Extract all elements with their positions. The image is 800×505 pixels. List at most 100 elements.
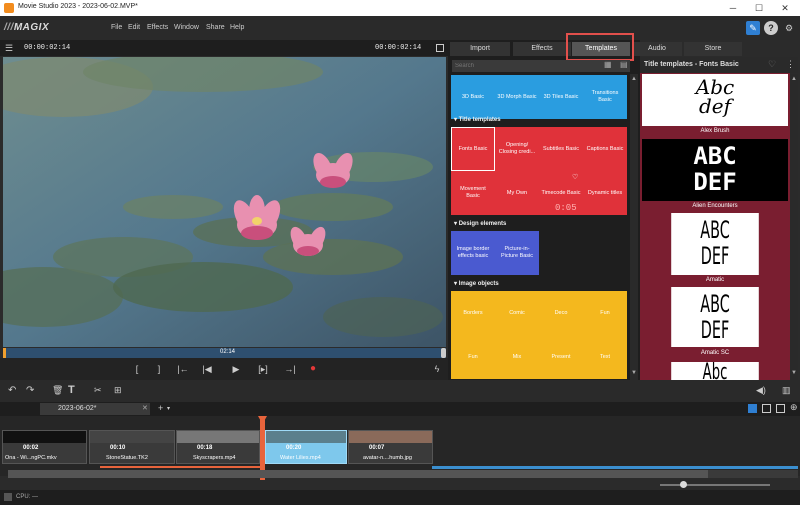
preview-scrub-bar[interactable]: 02:14	[3, 348, 446, 358]
section-image-objects[interactable]: ▾ Image objects	[454, 280, 499, 287]
mark-in-icon[interactable]: [	[130, 362, 144, 376]
scrub-start-marker[interactable]	[3, 348, 6, 358]
title-text-icon[interactable]: T	[68, 384, 75, 396]
undo-icon[interactable]: ↶	[8, 385, 16, 396]
previous-frame-icon[interactable]: |◀	[200, 362, 214, 376]
font-preview-partial[interactable]: Abc	[671, 362, 759, 380]
window-titlebar: Movie Studio 2023 - 2023-06-02.MVP* ─ ☐ …	[0, 0, 800, 16]
timeline-scroll-thumb[interactable]	[8, 470, 708, 478]
jump-end-icon[interactable]: →|	[283, 362, 297, 376]
clip-water-lilies[interactable]: 00:20 Water Lilies.mp4	[265, 430, 347, 464]
menu-share[interactable]: Share	[206, 24, 225, 31]
redo-icon[interactable]: ↷	[26, 385, 34, 396]
timeline-mode-icon[interactable]	[762, 404, 771, 413]
add-tab-icon[interactable]: +	[158, 403, 163, 413]
scroll-up-icon[interactable]: ▲	[631, 76, 637, 82]
zoom-slider[interactable]	[660, 484, 770, 486]
tile-mix[interactable]: Mix	[495, 335, 539, 379]
tile-3d-basic[interactable]: 3D Basic	[451, 75, 495, 119]
tile-transitions-basic[interactable]: Transitions Basic	[583, 75, 627, 119]
tile-present[interactable]: Present	[539, 335, 583, 379]
more-options-icon[interactable]: ⋮	[786, 59, 795, 70]
storyboard-mode-icon[interactable]	[748, 404, 757, 413]
range-marker	[100, 466, 260, 468]
mixer-icon[interactable]: ▥	[782, 385, 791, 396]
favorite-heart-icon[interactable]: ♡	[572, 173, 578, 181]
zoom-icon[interactable]: ⊕	[790, 402, 798, 413]
tile-3d-morph-basic[interactable]: 3D Morph Basic	[495, 75, 539, 119]
cut-icon[interactable]: ✂	[94, 385, 102, 396]
scroll-down-icon[interactable]: ▼	[631, 370, 637, 376]
tab-effects[interactable]: Effects	[513, 42, 571, 56]
tile-subtitles-basic[interactable]: Subtitles Basic	[539, 127, 583, 171]
clip-skyscrapers[interactable]: 00:18 Skyscrapers.mp4	[176, 430, 260, 464]
tile-my-own[interactable]: My Own	[495, 171, 539, 215]
font-preview-amatic[interactable]: ABC DEF	[671, 213, 759, 275]
scroll-down-icon[interactable]: ▼	[791, 370, 797, 376]
tile-captions-basic[interactable]: Captions Basic	[583, 127, 627, 171]
menu-edit[interactable]: Edit	[128, 24, 140, 31]
menu-help[interactable]: Help	[230, 24, 244, 31]
tile-fun-1[interactable]: Fun	[583, 291, 627, 335]
next-frame-icon[interactable]: [▸]	[256, 362, 270, 376]
scrub-end-handle[interactable]	[441, 348, 446, 358]
tile-fun-2[interactable]: Fun	[451, 335, 495, 379]
jump-start-icon[interactable]: |←	[176, 362, 190, 376]
font-preview-alien-encounters[interactable]: ABC DEF	[642, 139, 788, 201]
timeline-header: 2023-06-02* ✕ + ▾ ⊕	[0, 402, 800, 416]
maximize-preview-icon[interactable]	[436, 44, 444, 52]
scroll-up-icon[interactable]: ▲	[791, 76, 797, 82]
clip-duration: 00:18	[197, 445, 213, 451]
clip-avatar-thumb[interactable]: 00:07 avatar-n....humb.jpg	[348, 430, 433, 464]
font-preview-amatic-sc[interactable]: ABC DEF	[671, 287, 759, 347]
group-icon[interactable]: ⊞	[114, 385, 122, 396]
help-icon[interactable]: ?	[764, 21, 778, 35]
clip-thumbnail	[177, 431, 259, 443]
media-scrollbar[interactable]: ▲ ▼	[630, 74, 638, 380]
list-view-icon[interactable]: ▤	[620, 60, 628, 69]
delete-icon[interactable]: 🗑	[52, 385, 63, 396]
tab-import[interactable]: Import	[450, 42, 510, 56]
tab-dropdown-icon[interactable]: ▾	[167, 405, 170, 412]
section-title-templates[interactable]: ▾ Title templates	[454, 116, 501, 123]
multicam-mode-icon[interactable]	[776, 404, 785, 413]
hamburger-menu-icon[interactable]: ☰	[5, 43, 13, 54]
record-icon[interactable]: ●	[306, 362, 320, 376]
tile-movement-basic[interactable]: Movement Basic	[451, 171, 495, 215]
hint-mode-icon[interactable]: ✎	[746, 21, 760, 35]
tile-comic[interactable]: Comic	[495, 291, 539, 335]
tile-fonts-basic[interactable]: Fonts Basic	[451, 127, 495, 171]
favorite-heart-icon-panel[interactable]: ♡	[768, 59, 776, 70]
close-tab-icon[interactable]: ✕	[142, 404, 148, 412]
mark-out-icon[interactable]: ]	[152, 362, 166, 376]
tab-audio[interactable]: Audio	[632, 42, 682, 56]
maximize-button[interactable]: ☐	[748, 0, 770, 16]
settings-icon[interactable]: ⚙	[782, 21, 796, 35]
clip-stonestatue[interactable]: 00:10 StoneStatue.TK2	[89, 430, 175, 464]
tile-borders[interactable]: Borders	[451, 291, 495, 335]
play-icon[interactable]: ▶	[229, 362, 243, 376]
section-design-elements[interactable]: ▾ Design elements	[454, 220, 506, 227]
tile-deco[interactable]: Deco	[539, 291, 583, 335]
menu-file[interactable]: File	[111, 24, 122, 31]
menu-effects[interactable]: Effects	[147, 24, 168, 31]
tile-picture-in-picture[interactable]: Picture-in-Picture Basic	[495, 231, 539, 275]
minimize-button[interactable]: ─	[722, 0, 744, 16]
tile-3d-tiles-basic[interactable]: 3D Tiles Basic	[539, 75, 583, 119]
tile-text[interactable]: Text	[583, 335, 627, 379]
tile-dynamic-titles[interactable]: Dynamic titles	[583, 171, 627, 215]
clip-ona[interactable]: 00:02 Ona - Wi...ngPC.mkv	[2, 430, 87, 464]
grid-view-icon[interactable]: ▦	[604, 60, 612, 69]
close-button[interactable]: ✕	[774, 0, 796, 16]
menu-window[interactable]: Window	[174, 24, 199, 31]
menu-bar: ///MAGIX File Edit Effects Window Share …	[0, 16, 800, 40]
font-name-amatic: Amatic	[705, 277, 725, 283]
volume-icon[interactable]: ◀)	[756, 385, 766, 396]
tile-opening-closing-credits[interactable]: Opening/ Closing credi...	[495, 127, 539, 171]
font-preview-alex-brush[interactable]: Abc def	[642, 74, 788, 126]
zoom-slider-handle[interactable]	[680, 481, 687, 488]
tab-store[interactable]: Store	[684, 42, 742, 56]
lightning-icon[interactable]: ϟ	[430, 362, 444, 376]
template-scrollbar[interactable]: ▲ ▼	[790, 74, 798, 380]
tile-image-border-effects[interactable]: Image border effects basic	[451, 231, 495, 275]
